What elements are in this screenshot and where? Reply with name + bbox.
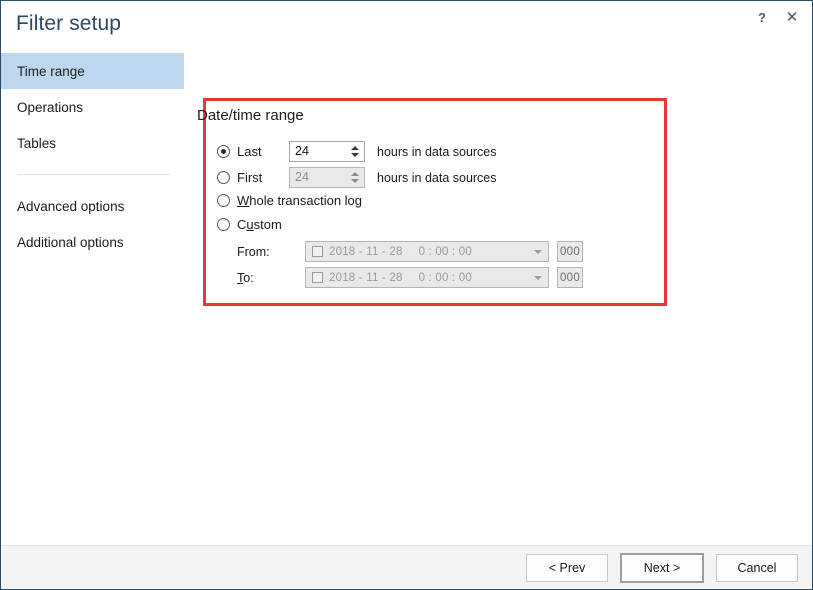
sidebar-item-time-range[interactable]: Time range [1,53,184,89]
filter-setup-dialog: Filter setup ? ✕ Time range Operations T… [0,0,813,590]
group-title: Date/time range [197,107,304,124]
radio-first-label: First [237,170,263,185]
close-icon[interactable]: ✕ [778,5,806,29]
to-label: To: [237,271,305,285]
label-rest: o: [243,270,254,285]
radio-first[interactable] [217,171,230,184]
chevron-down-icon[interactable] [534,249,542,254]
radio-last[interactable] [217,145,230,158]
accel-char: u [246,217,254,232]
sidebar-item-tables[interactable]: Tables [1,125,184,161]
last-hours-value: 24 [295,144,309,159]
sidebar-divider [17,174,170,175]
from-enable-checkbox[interactable] [312,246,323,257]
radio-custom[interactable] [217,218,230,231]
radio-last-label: Last [237,144,262,159]
sidebar-item-label: Operations [17,99,84,115]
stepper-arrows[interactable] [347,142,363,161]
to-time-value: 0 : 00 : 00 [418,271,472,284]
prev-button[interactable]: < Prev [526,553,608,582]
first-hours-suffix: hours in data sources [377,170,497,185]
label-rest: hole transaction log [249,193,363,208]
sidebar-item-label: Advanced options [17,198,125,214]
option-row-last: Last 24 hours in data sources [217,141,497,162]
chevron-up-icon[interactable] [351,146,359,150]
chevron-down-icon[interactable] [351,179,359,183]
from-time-value: 0 : 00 : 00 [418,245,472,258]
help-icon[interactable]: ? [748,5,776,29]
custom-to-row: To: 2018 - 11 - 28 0 : 00 : 00 000 [237,267,583,288]
chevron-up-icon[interactable] [351,172,359,176]
accel-char: W [237,193,250,208]
first-hours-value: 24 [295,170,309,185]
sidebar-item-label: Time range [17,63,85,79]
option-row-custom[interactable]: Custom [217,217,282,232]
next-button[interactable]: Next > [620,552,704,583]
from-milliseconds-field[interactable]: 000 [557,241,583,262]
to-enable-checkbox[interactable] [312,272,323,283]
sidebar-item-label: Additional options [17,234,124,250]
option-row-first: First 24 hours in data sources [217,167,497,188]
from-label: From: [237,244,270,259]
title-bar: Filter setup ? ✕ [1,1,812,47]
sidebar: Time range Operations Tables Advanced op… [1,47,184,545]
sidebar-item-advanced-options[interactable]: Advanced options [1,188,184,224]
radio-whole-transaction-log-label: Whole transaction log [237,193,362,208]
custom-from-row: From: 2018 - 11 - 28 0 : 00 : 00 000 [237,241,583,262]
chevron-down-icon[interactable] [351,153,359,157]
chevron-down-icon[interactable] [534,275,542,280]
to-milliseconds-field[interactable]: 000 [557,267,583,288]
radio-custom-label: Custom [237,217,282,232]
label-rest: stom [253,217,282,232]
from-date-value: 2018 - 11 - 28 [329,245,403,258]
first-hours-stepper[interactable]: 24 [289,167,365,188]
sidebar-item-label: Tables [17,135,57,151]
to-date-value: 2018 - 11 - 28 [329,271,403,284]
sidebar-item-additional-options[interactable]: Additional options [1,224,184,260]
main-content: Date/time range Last 24 hours in data so… [184,47,812,545]
page-title: Filter setup [16,12,122,35]
dialog-footer: < Prev Next > Cancel [1,545,812,589]
last-hours-stepper[interactable]: 24 [289,141,365,162]
to-datetime-picker[interactable]: 2018 - 11 - 28 0 : 00 : 00 [305,267,549,288]
dialog-body: Time range Operations Tables Advanced op… [1,47,812,545]
last-hours-suffix: hours in data sources [377,144,497,159]
stepper-arrows[interactable] [347,168,363,187]
radio-whole-transaction-log[interactable] [217,194,230,207]
sidebar-item-operations[interactable]: Operations [1,89,184,125]
from-datetime-picker[interactable]: 2018 - 11 - 28 0 : 00 : 00 [305,241,549,262]
option-row-whole-log[interactable]: Whole transaction log [217,193,362,208]
label-pre: C [237,217,247,232]
cancel-button[interactable]: Cancel [716,553,798,582]
title-bar-buttons: ? ✕ [748,5,806,29]
